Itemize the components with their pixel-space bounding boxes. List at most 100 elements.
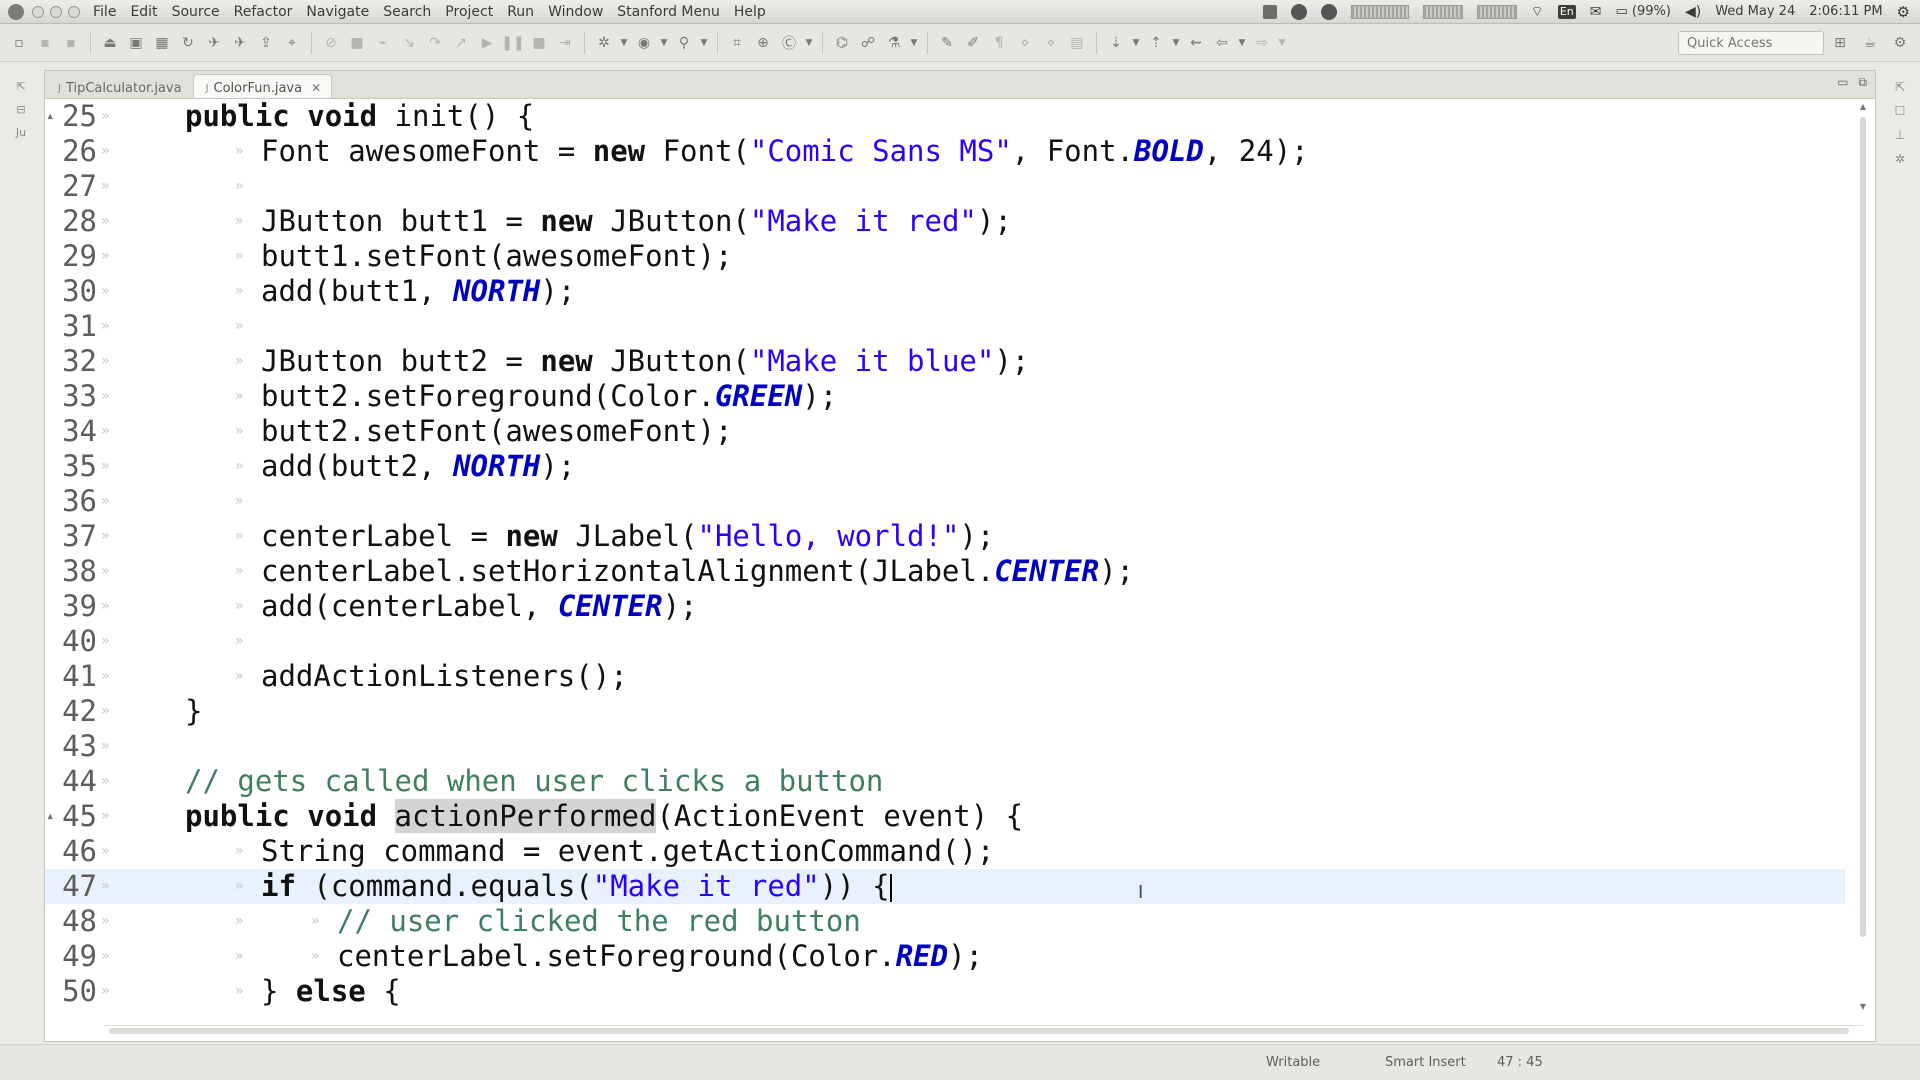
code-line[interactable]: 40»» <box>45 624 1845 659</box>
toggle-mark-occurrences-icon[interactable]: ✎ <box>936 32 958 54</box>
use-step-filters-icon[interactable]: ⇥ <box>554 32 576 54</box>
scroll-up-icon[interactable]: ▲ <box>1857 101 1869 113</box>
code-line[interactable]: 50»»} else { <box>45 974 1845 1009</box>
code-line[interactable]: 30»» add(butt1, NORTH); <box>45 274 1845 309</box>
run-dropdown-icon[interactable]: ▼ <box>659 32 669 54</box>
menu-file[interactable]: File <box>86 4 123 20</box>
suspend-icon[interactable]: ❚❚ <box>501 32 524 54</box>
run-icon[interactable]: ◉ <box>633 32 655 54</box>
tab-tipcalculator[interactable]: J TipCalculator.java <box>45 74 193 98</box>
prev-edit-dropdown-icon[interactable]: ▼ <box>1171 32 1181 54</box>
menu-help[interactable]: Help <box>727 4 773 20</box>
code-line[interactable]: 47»» if (command.equals("Make it red")) { <box>45 869 1845 904</box>
code-line[interactable]: 34»» butt2.setFont(awesomeFont); <box>45 414 1845 449</box>
code-line[interactable]: 29»» butt1.setFont(awesomeFont); <box>45 239 1845 274</box>
horizontal-scrollbar[interactable] <box>105 1025 1863 1035</box>
record-icon[interactable] <box>1320 3 1337 20</box>
stop-icon[interactable]: ■ <box>528 32 550 54</box>
code-line[interactable]: 43» <box>45 729 1845 764</box>
code-line[interactable]: 35»» add(butt2, NORTH); <box>45 449 1845 484</box>
search-icon[interactable]: ⚗ <box>883 32 905 54</box>
debug-icon[interactable]: ✲ <box>593 32 615 54</box>
code-line[interactable]: 27»» <box>45 169 1845 204</box>
tray-app-icon[interactable] <box>1262 4 1277 19</box>
code-line[interactable]: 48»»»// user clicked the red button <box>45 904 1845 939</box>
open-task-icon[interactable]: ☍ <box>857 32 879 54</box>
clock-label[interactable]: 2:06:11 PM <box>1809 4 1882 19</box>
dropbox-icon[interactable] <box>1290 3 1307 20</box>
tab-colorfun[interactable]: J ColorFun.java ✕ <box>192 74 333 98</box>
stanford-upload-icon[interactable]: ⇪ <box>255 32 277 54</box>
volume-icon[interactable]: ◀) <box>1685 4 1701 20</box>
scroll-down-icon[interactable]: ▼ <box>1857 1001 1869 1013</box>
code-line[interactable]: 42»} <box>45 694 1845 729</box>
new-class-icon[interactable]: Ⓒ <box>778 32 800 54</box>
external-tools-dropdown-icon[interactable]: ▼ <box>699 32 709 54</box>
menu-source[interactable]: Source <box>165 4 227 20</box>
horizontal-scroll-thumb[interactable] <box>109 1028 1849 1034</box>
stanford-save-project-icon[interactable]: ▦ <box>151 32 173 54</box>
disconnect-icon[interactable]: ⌁ <box>372 32 394 54</box>
restore-right-icon[interactable]: ⇱ <box>1895 80 1905 94</box>
fold-toggle-icon[interactable]: ▴ <box>46 799 54 834</box>
vertical-scroll-thumb[interactable] <box>1860 117 1866 937</box>
external-tools-icon[interactable]: ⚲ <box>673 32 695 54</box>
stanford-new-project-icon[interactable]: ▣ <box>125 32 147 54</box>
forward-icon[interactable]: ⇨ <box>1251 32 1273 54</box>
close-window-icon[interactable] <box>32 5 44 18</box>
stanford-tool-icon[interactable]: ↻ <box>177 32 199 54</box>
minimize-editor-icon[interactable]: ▭ <box>1837 75 1848 90</box>
skip-breakpoints-icon[interactable]: ⊘ <box>320 32 342 54</box>
vertical-scrollbar[interactable]: ▲ ▼ <box>1857 101 1869 1013</box>
toggle-block-selection-icon[interactable]: ✐ <box>962 32 984 54</box>
new-icon[interactable]: ▫ <box>8 32 30 54</box>
code-line[interactable]: 38»» centerLabel.setHorizontalAlignment(J… <box>45 554 1845 589</box>
code-line[interactable]: 25 ▴» public void init() { <box>45 99 1845 134</box>
code-line[interactable]: 31»» <box>45 309 1845 344</box>
step-over-icon[interactable]: ↷ <box>424 32 446 54</box>
menu-stanford[interactable]: Stanford Menu <box>610 4 727 20</box>
stanford-run-icon[interactable]: ✈ <box>203 32 225 54</box>
menu-navigate[interactable]: Navigate <box>299 4 376 20</box>
code-line[interactable]: 28»» JButton butt1 = new JButton("Make it… <box>45 204 1845 239</box>
next-annotation-icon[interactable]: ⋄ <box>1014 32 1036 54</box>
prev-annotation-icon[interactable]: ⋄ <box>1040 32 1062 54</box>
code-line[interactable]: 36»» <box>45 484 1845 519</box>
step-into-icon[interactable]: ↘ <box>398 32 420 54</box>
session-gear-icon[interactable]: ⚙ <box>1897 3 1910 21</box>
code-line[interactable]: 26»» Font awesomeFont = new Font("Comic S… <box>45 134 1845 169</box>
code-line[interactable]: 37»» centerLabel = new JLabel("Hello, wor… <box>45 519 1845 554</box>
code-line[interactable]: 39»» add(centerLabel, CENTER); <box>45 589 1845 624</box>
new-class-dropdown-icon[interactable]: ▼ <box>804 32 814 54</box>
word-wrap-icon[interactable]: ▤ <box>1066 32 1088 54</box>
code-line[interactable]: 32»» JButton butt2 = new JButton("Make it… <box>45 344 1845 379</box>
open-perspective-icon[interactable]: ⊞ <box>1830 33 1850 53</box>
code-line[interactable]: 41»» addActionListeners(); <box>45 659 1845 694</box>
maximize-window-icon[interactable] <box>68 5 80 18</box>
show-whitespace-icon[interactable]: ¶ <box>988 32 1010 54</box>
save-icon[interactable]: ▪ <box>34 32 56 54</box>
resume-icon[interactable]: ▶ <box>476 32 498 54</box>
wifi-icon[interactable]: ⌔ <box>1531 3 1544 21</box>
settings-gear-icon[interactable]: ⚙ <box>1890 33 1910 53</box>
pin-icon[interactable]: ⌖ <box>281 32 303 54</box>
fold-toggle-icon[interactable]: ▴ <box>46 99 54 134</box>
prev-edit-icon[interactable]: ⇡ <box>1145 32 1167 54</box>
terminate-icon[interactable]: ■ <box>346 32 368 54</box>
java-perspective-icon[interactable]: ☕ <box>1860 33 1880 53</box>
minimize-window-icon[interactable] <box>50 5 62 18</box>
new-package-icon[interactable]: ⊕ <box>752 32 774 54</box>
code-line[interactable]: 49»»» centerLabel.setForeground(Color.RED… <box>45 939 1845 974</box>
search-dropdown-icon[interactable]: ▼ <box>909 32 919 54</box>
menu-window[interactable]: Window <box>541 4 610 20</box>
back-dropdown-icon[interactable]: ▼ <box>1237 32 1247 54</box>
mail-icon[interactable]: ✉ <box>1590 4 1602 20</box>
debug-dropdown-icon[interactable]: ▼ <box>619 32 629 54</box>
forward-dropdown-icon[interactable]: ▼ <box>1277 32 1287 54</box>
maximize-editor-icon[interactable]: ⧉ <box>1858 75 1867 90</box>
code-line[interactable]: 33»» butt2.setForeground(Color.GREEN); <box>45 379 1845 414</box>
code-line[interactable]: 44» // gets called when user clicks a but… <box>45 764 1845 799</box>
next-edit-icon[interactable]: ⇣ <box>1105 32 1127 54</box>
menu-search[interactable]: Search <box>376 4 438 20</box>
menu-run[interactable]: Run <box>500 4 541 20</box>
